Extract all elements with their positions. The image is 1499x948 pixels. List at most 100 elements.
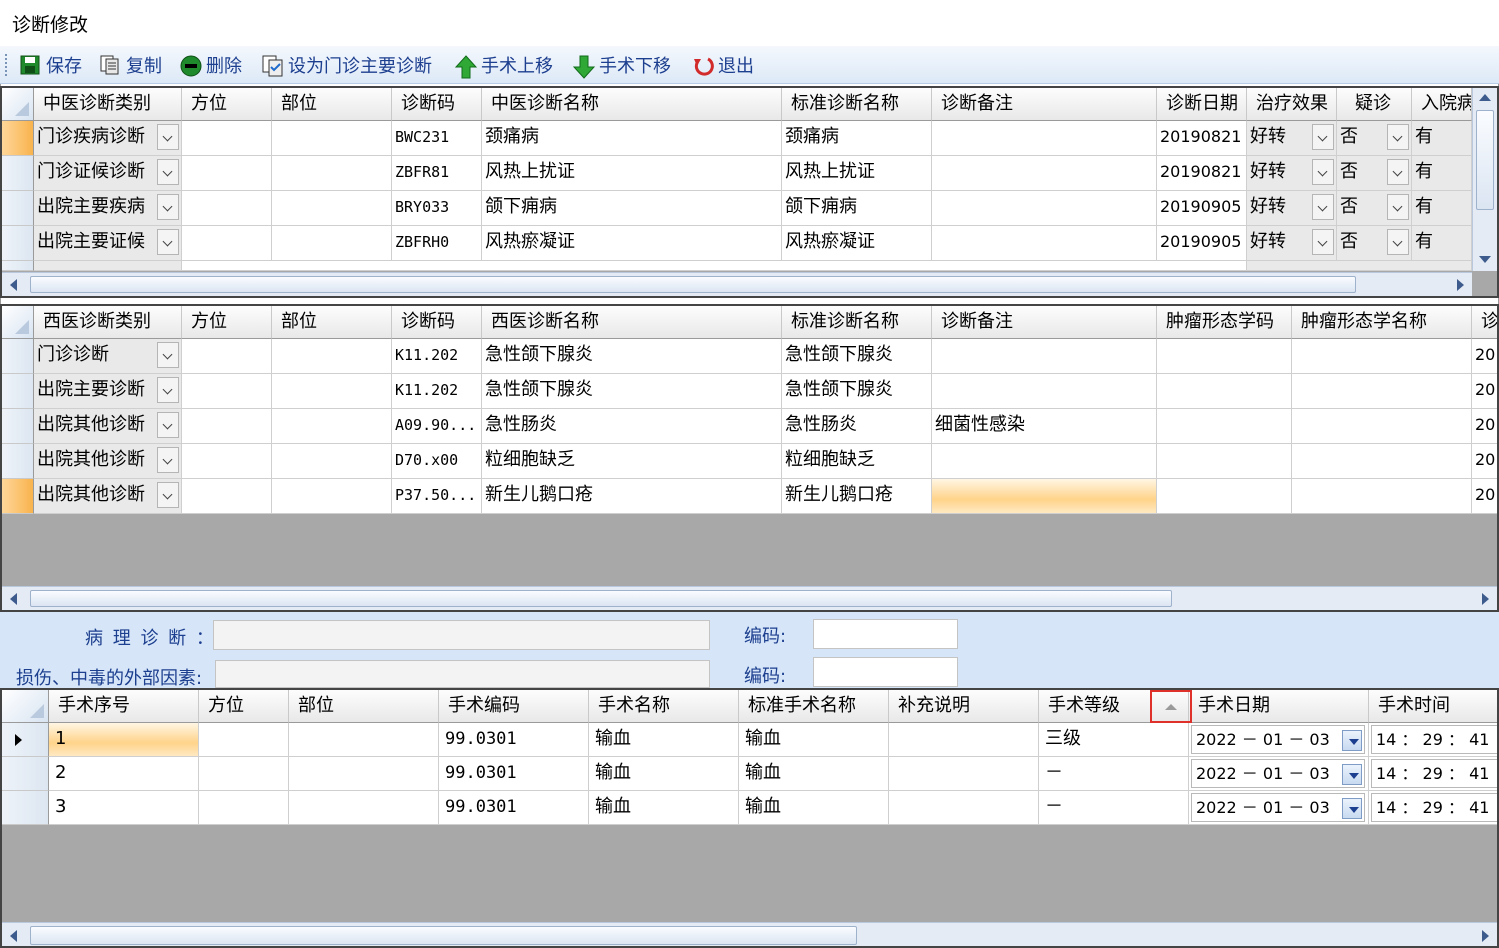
col-header-supplement[interactable]: 补充说明	[889, 690, 1039, 723]
chevron-down-icon[interactable]	[157, 194, 179, 220]
row-header[interactable]	[2, 444, 34, 479]
code-cell[interactable]: BWC231	[392, 121, 482, 156]
col-header-part[interactable]: 部位	[289, 690, 439, 723]
note-cell[interactable]: 细菌性感染	[932, 409, 1157, 444]
note-cell[interactable]	[932, 191, 1157, 226]
tumor-name-cell[interactable]	[1292, 479, 1472, 514]
row-header[interactable]	[2, 261, 34, 271]
surgery-name-cell[interactable]: 输血	[589, 723, 739, 757]
part-cell[interactable]	[272, 409, 392, 444]
col-header-standard-name[interactable]: 标准诊断名称	[782, 306, 932, 339]
calendar-dropdown-button[interactable]	[1342, 730, 1362, 751]
surgery-date-picker[interactable]: 2022 － 01 － 03	[1191, 759, 1365, 788]
code-cell[interactable]: A09.90...	[392, 409, 482, 444]
col-header-standard-surgery-name[interactable]: 标准手术名称	[739, 690, 889, 723]
surgery-horizontal-scrollbar[interactable]	[2, 922, 1497, 946]
scroll-down-arrow-icon[interactable]	[1479, 256, 1491, 263]
note-cell[interactable]	[932, 226, 1157, 261]
admission-cell[interactable]: 有	[1412, 121, 1472, 156]
chevron-down-icon[interactable]	[157, 447, 179, 473]
col-header-code[interactable]: 诊断码	[392, 88, 482, 121]
position-cell[interactable]	[182, 191, 272, 226]
col-header-surgery-seq[interactable]: 手术序号	[49, 690, 199, 723]
wm-type-combo[interactable]: 出院主要诊断	[34, 374, 182, 409]
tcm-type-combo[interactable]: 门诊证候诊断	[34, 156, 182, 191]
tumor-code-cell[interactable]	[1157, 339, 1292, 374]
part-cell[interactable]	[289, 757, 439, 791]
row-header[interactable]	[2, 757, 49, 791]
scroll-up-arrow-icon[interactable]	[1479, 94, 1491, 101]
chevron-down-icon[interactable]	[157, 377, 179, 403]
horizontal-scroll-thumb[interactable]	[30, 276, 1356, 293]
scroll-left-arrow-icon[interactable]	[10, 930, 17, 942]
tcm-type-combo[interactable]: 门诊疾病诊断	[34, 121, 182, 156]
admission-cell[interactable]: 有	[1412, 226, 1472, 261]
wm-type-combo[interactable]: 出院其他诊断	[34, 444, 182, 479]
wm-type-combo[interactable]: 出院其他诊断	[34, 479, 182, 514]
horizontal-scroll-thumb[interactable]	[30, 926, 857, 945]
part-cell[interactable]	[272, 339, 392, 374]
col-header-surgery-time[interactable]: 手术时间	[1369, 690, 1497, 723]
part-cell[interactable]	[272, 191, 392, 226]
tcm-type-combo[interactable]: 出院主要证候	[34, 226, 182, 261]
col-header-tumor-code[interactable]: 肿瘤形态学码	[1157, 306, 1292, 339]
position-cell[interactable]	[182, 479, 272, 514]
col-header-surgery-date[interactable]: 手术日期	[1189, 690, 1369, 723]
col-header-part[interactable]: 部位	[272, 306, 392, 339]
col-header-position[interactable]: 方位	[199, 690, 289, 723]
code-cell[interactable]: K11.202	[392, 374, 482, 409]
standard-name-cell[interactable]: 急性颌下腺炎	[782, 339, 932, 374]
move-surgery-up-button[interactable]: 手术上移	[454, 52, 553, 79]
suspect-combo[interactable]: 否	[1337, 121, 1412, 156]
position-cell[interactable]	[182, 409, 272, 444]
surgery-level-cell[interactable]: －	[1039, 757, 1189, 791]
surgery-date-picker[interactable]: 2022 － 01 － 03	[1191, 793, 1365, 822]
position-cell[interactable]	[182, 339, 272, 374]
wm-name-cell[interactable]: 急性肠炎	[482, 409, 782, 444]
effect-combo[interactable]: 好转	[1247, 121, 1337, 156]
scroll-right-arrow-icon[interactable]	[1482, 593, 1489, 605]
standard-name-cell[interactable]: 急性肠炎	[782, 409, 932, 444]
grid-corner[interactable]	[2, 690, 49, 723]
col-header-tcm-type[interactable]: 中医诊断类别	[34, 88, 182, 121]
col-header-surgery-code[interactable]: 手术编码	[439, 690, 589, 723]
part-cell[interactable]	[289, 723, 439, 757]
tcm-name-cell[interactable]: 颌下痈病	[482, 191, 782, 226]
pathology-diagnosis-input[interactable]	[213, 620, 710, 650]
col-header-surgery-name[interactable]: 手术名称	[589, 690, 739, 723]
tumor-code-cell[interactable]	[1157, 479, 1292, 514]
chevron-down-icon[interactable]	[1312, 229, 1334, 255]
note-cell[interactable]	[932, 444, 1157, 479]
row-header[interactable]	[2, 374, 34, 409]
chevron-down-icon[interactable]	[1387, 194, 1409, 220]
toolbar-grip[interactable]	[5, 54, 8, 76]
col-header-standard-name[interactable]: 标准诊断名称	[782, 88, 932, 121]
surgery-code-cell[interactable]: 99.0301	[439, 791, 589, 825]
col-header-effect[interactable]: 治疗效果	[1247, 88, 1337, 121]
code-cell[interactable]: K11.202	[392, 339, 482, 374]
grid-corner[interactable]	[2, 88, 34, 121]
note-cell[interactable]	[932, 374, 1157, 409]
scroll-right-arrow-icon[interactable]	[1457, 279, 1464, 291]
scroll-right-arrow-icon[interactable]	[1482, 930, 1489, 942]
chevron-down-icon[interactable]	[1387, 159, 1409, 185]
surgery-level-cell[interactable]: 三级	[1039, 723, 1189, 757]
surgery-seq-cell[interactable]: 3	[49, 791, 199, 825]
row-header[interactable]	[2, 723, 49, 757]
standard-surgery-name-cell[interactable]: 输血	[739, 723, 889, 757]
col-header-date[interactable]: 诊断日期	[1157, 88, 1247, 121]
suspect-combo[interactable]: 否	[1337, 226, 1412, 261]
diagnosis-date-cell[interactable]: 20	[1472, 409, 1497, 444]
tcm-name-cell[interactable]: 颈痛病	[482, 121, 782, 156]
chevron-down-icon[interactable]	[1387, 124, 1409, 150]
vertical-scroll-thumb[interactable]	[1476, 110, 1494, 210]
effect-combo[interactable]: 好转	[1247, 191, 1337, 226]
date-cell[interactable]: 20190821	[1157, 156, 1247, 191]
tcm-vertical-scrollbar[interactable]	[1472, 88, 1497, 271]
standard-name-cell[interactable]: 新生儿鹅口疮	[782, 479, 932, 514]
col-header-note[interactable]: 诊断备注	[932, 88, 1157, 121]
part-cell[interactable]	[272, 226, 392, 261]
effect-combo[interactable]: 好转	[1247, 226, 1337, 261]
supplement-cell[interactable]	[889, 791, 1039, 825]
standard-name-cell[interactable]: 风热瘀凝证	[782, 226, 932, 261]
